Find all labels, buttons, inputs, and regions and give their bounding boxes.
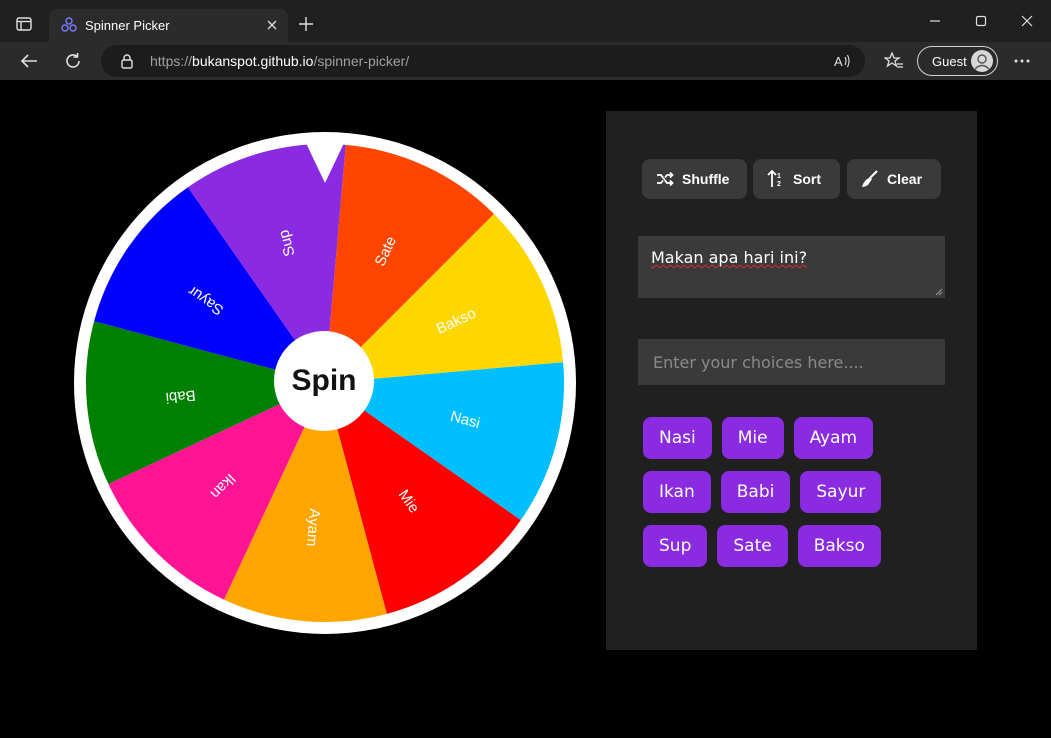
wheel-label: Ayam bbox=[303, 508, 323, 547]
clear-label: Clear bbox=[887, 171, 923, 187]
control-panel: Shuffle 12 Sort Clear Makan apa hari ini… bbox=[606, 111, 977, 650]
svg-text:2: 2 bbox=[777, 181, 781, 188]
browser-toolbar: https://bukanspot.github.io/spinner-pick… bbox=[0, 42, 1051, 80]
choices-input[interactable] bbox=[638, 339, 945, 385]
favorites-star-icon[interactable] bbox=[882, 49, 906, 73]
profile-label: Guest bbox=[932, 54, 967, 69]
spinner-wheel[interactable]: Nasi Mie Ayam Ikan Babi Sayur Sup Sate Bakso Spi… bbox=[74, 132, 576, 634]
question-textarea[interactable]: Makan apa hari ini? bbox=[638, 236, 945, 298]
sort-button[interactable]: 12 Sort bbox=[753, 159, 840, 199]
clear-button[interactable]: Clear bbox=[847, 159, 941, 199]
resize-handle-icon[interactable] bbox=[935, 288, 943, 296]
site-favicon-icon bbox=[61, 17, 77, 33]
new-tab-icon[interactable] bbox=[296, 14, 316, 34]
url-text[interactable]: https://bukanspot.github.io/spinner-pick… bbox=[150, 53, 409, 69]
address-bar[interactable]: https://bukanspot.github.io/spinner-pick… bbox=[101, 45, 865, 77]
read-aloud-icon[interactable]: A bbox=[833, 52, 851, 70]
maximize-icon[interactable] bbox=[967, 10, 995, 32]
choice-chip[interactable]: Bakso bbox=[797, 525, 881, 567]
broom-icon bbox=[862, 170, 878, 187]
refresh-icon[interactable] bbox=[59, 48, 87, 74]
shuffle-label: Shuffle bbox=[682, 171, 730, 187]
browser-titlebar: Spinner Picker bbox=[0, 0, 1051, 42]
svg-text:A: A bbox=[834, 54, 843, 69]
choice-chip[interactable]: Mie bbox=[721, 417, 784, 459]
url-host: bukanspot.github.io bbox=[192, 53, 314, 69]
profile-button[interactable]: Guest bbox=[917, 46, 998, 76]
choices-row: Nasi Mie Ayam bbox=[643, 417, 953, 459]
question-text: Makan apa hari ini? bbox=[651, 248, 808, 267]
choice-chip[interactable]: Sup bbox=[643, 525, 708, 567]
close-tab-icon[interactable] bbox=[264, 17, 280, 33]
url-scheme: https:// bbox=[150, 53, 193, 69]
choice-chip[interactable]: Sayur bbox=[800, 471, 882, 513]
spin-button[interactable]: Spin bbox=[274, 331, 374, 431]
shuffle-icon bbox=[657, 171, 674, 187]
choices-row: Sup Sate Bakso bbox=[643, 525, 953, 567]
choice-chip[interactable]: Ayam bbox=[793, 417, 874, 459]
back-arrow-icon[interactable] bbox=[15, 48, 43, 74]
choice-chip[interactable]: Sate bbox=[717, 525, 788, 567]
shuffle-button[interactable]: Shuffle bbox=[642, 159, 747, 199]
page-content: Nasi Mie Ayam Ikan Babi Sayur Sup Sate Bakso Spi… bbox=[0, 80, 1051, 738]
lock-icon[interactable] bbox=[119, 53, 135, 69]
choice-chip[interactable]: Babi bbox=[720, 471, 791, 513]
more-menu-icon[interactable] bbox=[1009, 49, 1035, 73]
tab-actions-icon[interactable] bbox=[10, 12, 38, 36]
choice-chip[interactable]: Nasi bbox=[643, 417, 712, 459]
url-path: /spinner-picker/ bbox=[313, 53, 410, 69]
sort-icon: 12 bbox=[767, 170, 781, 188]
svg-text:1: 1 bbox=[777, 173, 781, 180]
guest-avatar-icon bbox=[971, 50, 993, 72]
tab-title: Spinner Picker bbox=[85, 18, 170, 33]
choice-chip[interactable]: Ikan bbox=[643, 471, 711, 513]
tab-spinner-picker[interactable]: Spinner Picker bbox=[49, 9, 288, 42]
minimize-icon[interactable] bbox=[921, 10, 949, 32]
wheel-label: Babi bbox=[165, 386, 196, 406]
sort-label: Sort bbox=[793, 171, 821, 187]
choices-list: Nasi Mie Ayam Ikan Babi Sayur Sup Sate B… bbox=[643, 417, 953, 579]
close-window-icon[interactable] bbox=[1013, 10, 1041, 32]
choices-row: Ikan Babi Sayur bbox=[643, 471, 953, 513]
